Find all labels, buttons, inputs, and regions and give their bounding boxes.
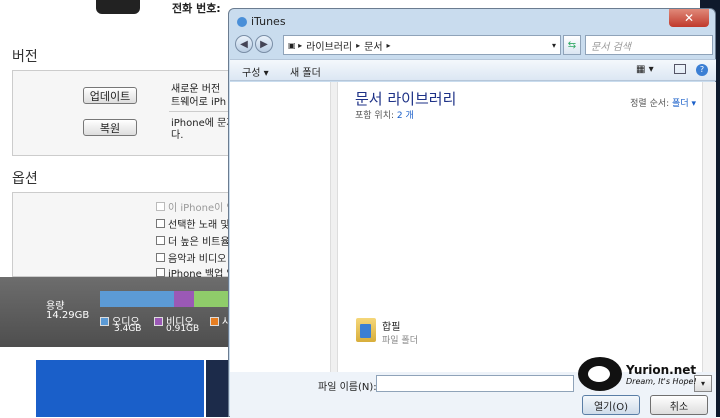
breadcrumb-documents[interactable]: 문서 [364, 38, 382, 53]
update-text-2: 트웨어로 iPh [171, 97, 227, 108]
toolbar: 구성 ▾ 새 폴더 ▦ ▾ ? [230, 59, 716, 81]
library-title: 문서 라이브러리 [355, 90, 457, 108]
preview-pane-icon[interactable] [674, 64, 686, 74]
breadcrumb-library[interactable]: 라이브러리 [306, 38, 352, 53]
option-row[interactable]: 음악과 비디오 [156, 250, 232, 264]
blue-panel [36, 360, 204, 417]
close-button[interactable]: ✕ [669, 9, 709, 27]
option-label: 더 높은 비트율 [168, 236, 230, 248]
library-includes: 포함 위치: 2 개 [355, 111, 414, 121]
option-row[interactable]: 더 높은 비트율 [156, 233, 232, 247]
itunes-window: 전화 번호: 버전 업데이트 복원 새로운 버전 트웨어로 iPh iPhone… [0, 0, 233, 417]
version-panel: 업데이트 복원 새로운 버전 트웨어로 iPh iPhone에 문자 다. [12, 70, 233, 156]
organize-menu[interactable]: 구성 ▾ [242, 64, 269, 79]
view-icon[interactable]: ▦ ▾ [636, 64, 654, 75]
video-size: 0.91GB [166, 324, 200, 334]
itunes-icon [237, 16, 247, 27]
update-button[interactable]: 업데이트 [83, 87, 137, 104]
chevron-right-icon: ▸ [356, 40, 361, 50]
filename-input[interactable] [376, 375, 574, 392]
options-title: 옵션 [12, 171, 38, 187]
back-icon[interactable]: ◀ [235, 35, 253, 53]
chevron-down-icon[interactable]: ▾ [552, 41, 556, 50]
video-segment [174, 291, 194, 307]
checkbox[interactable] [156, 218, 165, 228]
restore-text-2: 다. [171, 130, 184, 141]
vertical-scrollbar[interactable] [702, 82, 716, 372]
option-row[interactable]: 이 iPhone이 연 [156, 199, 232, 213]
divider [169, 111, 233, 112]
capacity-meter [100, 291, 232, 307]
yurion-logo-icon [578, 357, 622, 391]
checkbox[interactable] [156, 235, 165, 245]
folder-type: 파일 폴더 [382, 336, 418, 346]
pane-splitter[interactable] [330, 82, 338, 372]
library-locations-link[interactable]: 2 개 [397, 111, 414, 121]
new-folder-button[interactable]: 새 폴더 [290, 64, 321, 79]
chevron-right-icon: ▸ [386, 40, 391, 50]
checkbox[interactable] [156, 201, 165, 211]
folder-name: 합필 [382, 322, 401, 333]
option-label: 선택한 노래 및 [168, 219, 230, 231]
swatch [154, 317, 163, 326]
watermark-name: Yurion.net [626, 362, 697, 377]
swatch [100, 317, 109, 326]
open-file-dialog: iTunes ✕ ◀ ▶ ▣ ▸ 라이브러리 ▸ 문서 ▸ ▾ ⇆ 문서 검색 … [228, 8, 716, 418]
swatch [210, 317, 219, 326]
audio-size: 3.4GB [114, 324, 142, 334]
file-browser: 문서 라이브러리 포함 위치: 2 개 정렬 순서: 폴더 ▾ 합필 파일 폴더 [230, 82, 716, 372]
address-bar[interactable]: ▣ ▸ 라이브러리 ▸ 문서 ▸ ▾ [283, 35, 561, 55]
watermark: Yurion.net Dream, It's Hope! [578, 357, 697, 391]
sort-by: 정렬 순서: 폴더 ▾ [630, 99, 696, 109]
option-label: 이 iPhone이 연 [168, 202, 232, 214]
capacity-total: 14.29GB [46, 310, 90, 321]
navigation-bar: ◀ ▶ ▣ ▸ 라이브러리 ▸ 문서 ▸ ▾ ⇆ 문서 검색 [233, 33, 713, 57]
option-row[interactable]: 선택한 노래 및 [156, 216, 232, 230]
folder-icon [356, 318, 376, 342]
filename-label: 파일 이름(N): [318, 382, 377, 393]
dialog-title: iTunes [237, 15, 286, 28]
checkbox[interactable] [156, 252, 165, 262]
update-text-1: 새로운 버전 [171, 84, 221, 95]
option-label: 음악과 비디오 [168, 253, 227, 265]
search-input[interactable]: 문서 검색 [585, 35, 713, 55]
serial-label: 전화 번호: [172, 2, 221, 15]
folder-item[interactable]: 합필 파일 폴더 [356, 318, 418, 346]
refresh-icon[interactable]: ⇆ [563, 35, 581, 55]
watermark-tagline: Dream, It's Hope! [626, 376, 697, 386]
checkbox[interactable] [156, 267, 165, 277]
capacity-bar: 용량 14.29GB 오디오 3.4GB 비디오 0.91GB 사 [0, 277, 232, 347]
other-segment [194, 291, 232, 307]
restore-button[interactable]: 복원 [83, 119, 137, 136]
help-icon[interactable]: ? [696, 64, 708, 76]
version-title: 버전 [12, 49, 38, 65]
file-type-dropdown[interactable]: ▾ [694, 375, 712, 392]
audio-segment [100, 291, 174, 307]
navigation-pane[interactable] [230, 82, 330, 372]
open-button[interactable]: 열기(O) [582, 395, 640, 415]
sort-dropdown[interactable]: 폴더 ▾ [672, 99, 696, 109]
forward-icon[interactable]: ▶ [255, 35, 273, 53]
iphone-image [96, 0, 140, 14]
cancel-button[interactable]: 취소 [650, 395, 708, 415]
folder-icon: ▣ ▸ [288, 40, 303, 50]
